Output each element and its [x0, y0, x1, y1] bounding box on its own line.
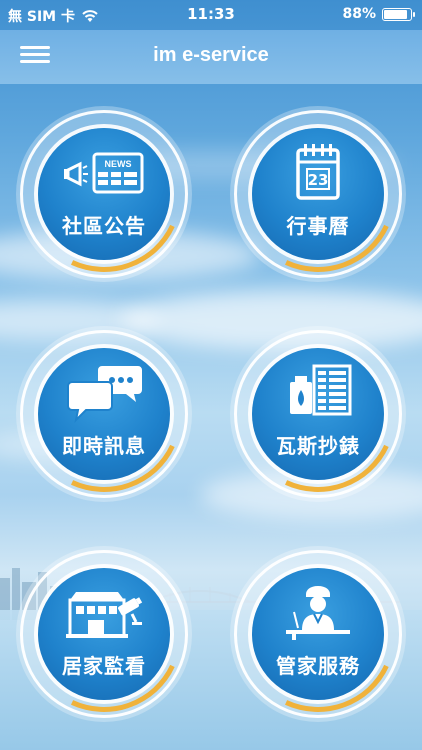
nav-bar: im e-service: [0, 30, 422, 84]
tile-calendar[interactable]: 23 行事曆: [218, 94, 418, 294]
calendar-day: 23: [308, 171, 329, 189]
status-battery: 88%: [342, 6, 415, 22]
tile-label: 居家監看: [62, 654, 146, 678]
tile-label: 即時訊息: [62, 434, 146, 458]
chat-bubbles-icon: [67, 366, 142, 424]
battery-percent: 88%: [342, 6, 376, 22]
tile-concierge-service[interactable]: 管家服務: [218, 534, 418, 734]
tile-instant-messages[interactable]: 即時訊息: [4, 314, 204, 514]
tile-community-announcements[interactable]: NEWS 社區公告: [4, 94, 204, 294]
calendar-icon: 23: [296, 144, 340, 200]
tile-label: 社區公告: [62, 214, 146, 238]
tile-label: 管家服務: [276, 654, 360, 678]
app-title: im e-service: [153, 44, 269, 66]
megaphone-news-icon: NEWS: [64, 152, 144, 194]
tile-gas-meter-reading[interactable]: 瓦斯抄錶: [218, 314, 418, 514]
battery-icon: [382, 7, 415, 21]
status-bar: 無 SIM 卡 11:33 88%: [0, 0, 422, 30]
tile-label: 瓦斯抄錶: [276, 434, 360, 458]
news-icon-text: NEWS: [105, 159, 132, 169]
home-camera-icon: [66, 592, 143, 638]
tile-label: 行事曆: [286, 214, 350, 238]
concierge-icon: [286, 586, 350, 640]
tile-home-monitoring[interactable]: 居家監看: [4, 534, 204, 734]
gas-meter-icon: [290, 364, 352, 416]
